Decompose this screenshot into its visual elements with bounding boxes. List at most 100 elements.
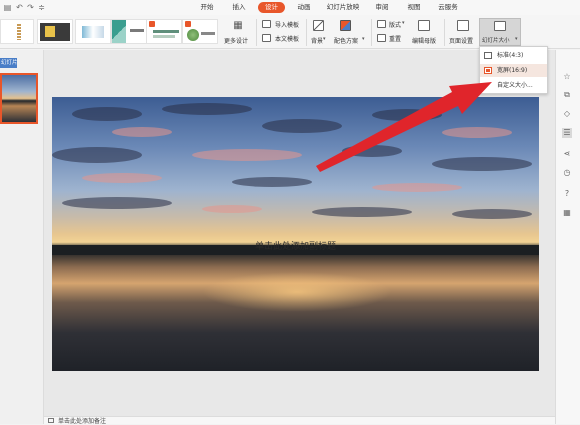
page-setup-icon <box>457 20 469 31</box>
chevron-down-icon: ▾ <box>515 36 518 42</box>
color-scheme-button[interactable]: 配色方案 <box>334 36 358 45</box>
design-thumbnail-6[interactable] <box>182 19 218 44</box>
thumb-accent <box>45 26 55 37</box>
cloud <box>262 119 342 133</box>
slide[interactable]: 单击此处添加副标题 <box>52 97 539 371</box>
menu-bar: ▤ ↶ ↷ ≑ 开始 插入 设计 动画 幻灯片放映 审阅 视图 云服务 <box>0 0 580 15</box>
menu-item-label: 宽屏(16:9) <box>497 67 528 74</box>
thumb-line <box>153 35 175 38</box>
history-icon[interactable]: ◷ <box>562 168 572 178</box>
menu-item-custom-size[interactable]: 自定义大小... <box>480 79 547 92</box>
cloud <box>372 183 462 192</box>
page-setup-button[interactable]: 页面设置 <box>449 36 473 45</box>
layout-icon <box>377 20 386 28</box>
text-template-icon <box>262 34 271 42</box>
water-reflection <box>202 272 392 312</box>
layout-button[interactable]: 版式 <box>389 20 401 29</box>
redo-icon[interactable]: ↷ <box>26 3 35 12</box>
cloud <box>62 197 172 209</box>
design-thumbnail-2[interactable] <box>37 19 73 44</box>
help-icon[interactable]: ? <box>562 189 572 199</box>
menu-item-label: 自定义大小... <box>497 82 533 89</box>
chevron-down-icon: ▾ <box>323 36 326 42</box>
menu-item-standard[interactable]: 标准(4:3) <box>480 49 547 62</box>
slide-size-button[interactable]: 幻灯片大小 ▾ <box>479 18 521 46</box>
design-thumbnail-3[interactable] <box>75 19 111 44</box>
more-designs-button[interactable]: 更多设计 <box>224 36 248 45</box>
file-icon[interactable]: ▤ <box>3 3 12 12</box>
right-sidebar <box>555 50 580 424</box>
cloud <box>192 149 302 161</box>
cloud <box>82 173 162 183</box>
slide-size-label: 幻灯片大小 <box>482 38 510 44</box>
tab-animation[interactable]: 动画 <box>293 2 315 13</box>
notes-bar <box>44 416 555 424</box>
thumb-pattern <box>17 24 21 40</box>
divider <box>306 19 307 46</box>
standard-ratio-icon <box>484 52 492 59</box>
cloud <box>452 209 532 219</box>
thumb-line <box>153 30 179 33</box>
copy-icon[interactable]: ⧉ <box>562 90 572 100</box>
design-thumbnail-1[interactable] <box>0 19 34 44</box>
thumb-leaf <box>187 29 199 41</box>
slide-size-icon <box>494 21 506 31</box>
tab-design[interactable]: 设计 <box>258 2 285 13</box>
premium-badge <box>149 21 155 27</box>
subtitle-placeholder[interactable]: 单击此处添加副标题 <box>52 239 539 252</box>
cloud <box>372 109 442 121</box>
thumb-line <box>130 29 144 32</box>
import-template-icon <box>262 20 271 28</box>
thumb-line <box>201 32 215 35</box>
chevron-down-icon: ▾ <box>402 20 405 26</box>
menu-item-widescreen[interactable]: 宽屏(16:9) <box>480 64 547 77</box>
share-icon[interactable]: ⋖ <box>562 149 572 159</box>
cloud <box>312 207 412 217</box>
notes-icon <box>48 418 54 423</box>
tab-review[interactable]: 审阅 <box>371 2 393 13</box>
design-thumbnail-5[interactable] <box>146 19 182 44</box>
tab-slideshow[interactable]: 幻灯片放映 <box>323 2 363 13</box>
tab-insert[interactable]: 插入 <box>228 2 250 13</box>
design-thumbnail-4[interactable] <box>111 19 147 44</box>
edit-master-icon <box>418 20 430 31</box>
slide-size-dropdown: 标准(4:3) 宽屏(16:9) 自定义大小... <box>479 46 548 94</box>
slides-tab[interactable]: 幻灯片 <box>0 58 17 68</box>
shape-icon[interactable]: ◇ <box>562 109 572 119</box>
reset-button[interactable]: 重置 <box>389 34 401 43</box>
properties-icon[interactable]: ☰ <box>562 128 572 138</box>
background-icon <box>313 20 324 31</box>
cloud <box>202 205 262 213</box>
import-template-button[interactable]: 导入模板 <box>275 20 299 29</box>
color-scheme-icon <box>340 20 351 31</box>
tab-view[interactable]: 视图 <box>403 2 425 13</box>
grid-icon[interactable]: ▦ <box>562 208 572 218</box>
text-template-button[interactable]: 本文模板 <box>275 34 299 43</box>
premium-badge <box>185 21 191 27</box>
divider <box>444 19 445 46</box>
chevron-down-icon: ▾ <box>362 36 365 42</box>
more-icon[interactable]: ≑ <box>37 3 46 12</box>
cloud <box>342 145 402 157</box>
undo-icon[interactable]: ↶ <box>15 3 24 12</box>
divider <box>371 19 372 46</box>
cloud <box>52 147 142 163</box>
cloud <box>112 127 172 137</box>
star-icon[interactable]: ☆ <box>562 72 572 82</box>
reset-icon <box>377 34 386 42</box>
edit-master-button[interactable]: 编辑母版 <box>412 36 436 45</box>
divider <box>256 19 257 46</box>
widescreen-ratio-icon <box>484 67 492 74</box>
background-button[interactable]: 背景 <box>311 36 323 45</box>
slide-thumbnail-1[interactable] <box>0 73 38 124</box>
tab-cloud-service[interactable]: 云服务 <box>434 2 462 13</box>
cloud <box>432 157 532 171</box>
menu-item-label: 标准(4:3) <box>497 52 524 59</box>
cloud <box>72 107 142 121</box>
cloud <box>162 103 252 115</box>
grid-icon[interactable]: ▦ <box>232 20 244 32</box>
cloud <box>442 127 512 138</box>
thumb-bg <box>112 20 126 43</box>
cloud <box>232 177 312 187</box>
tab-home[interactable]: 开始 <box>196 2 218 13</box>
